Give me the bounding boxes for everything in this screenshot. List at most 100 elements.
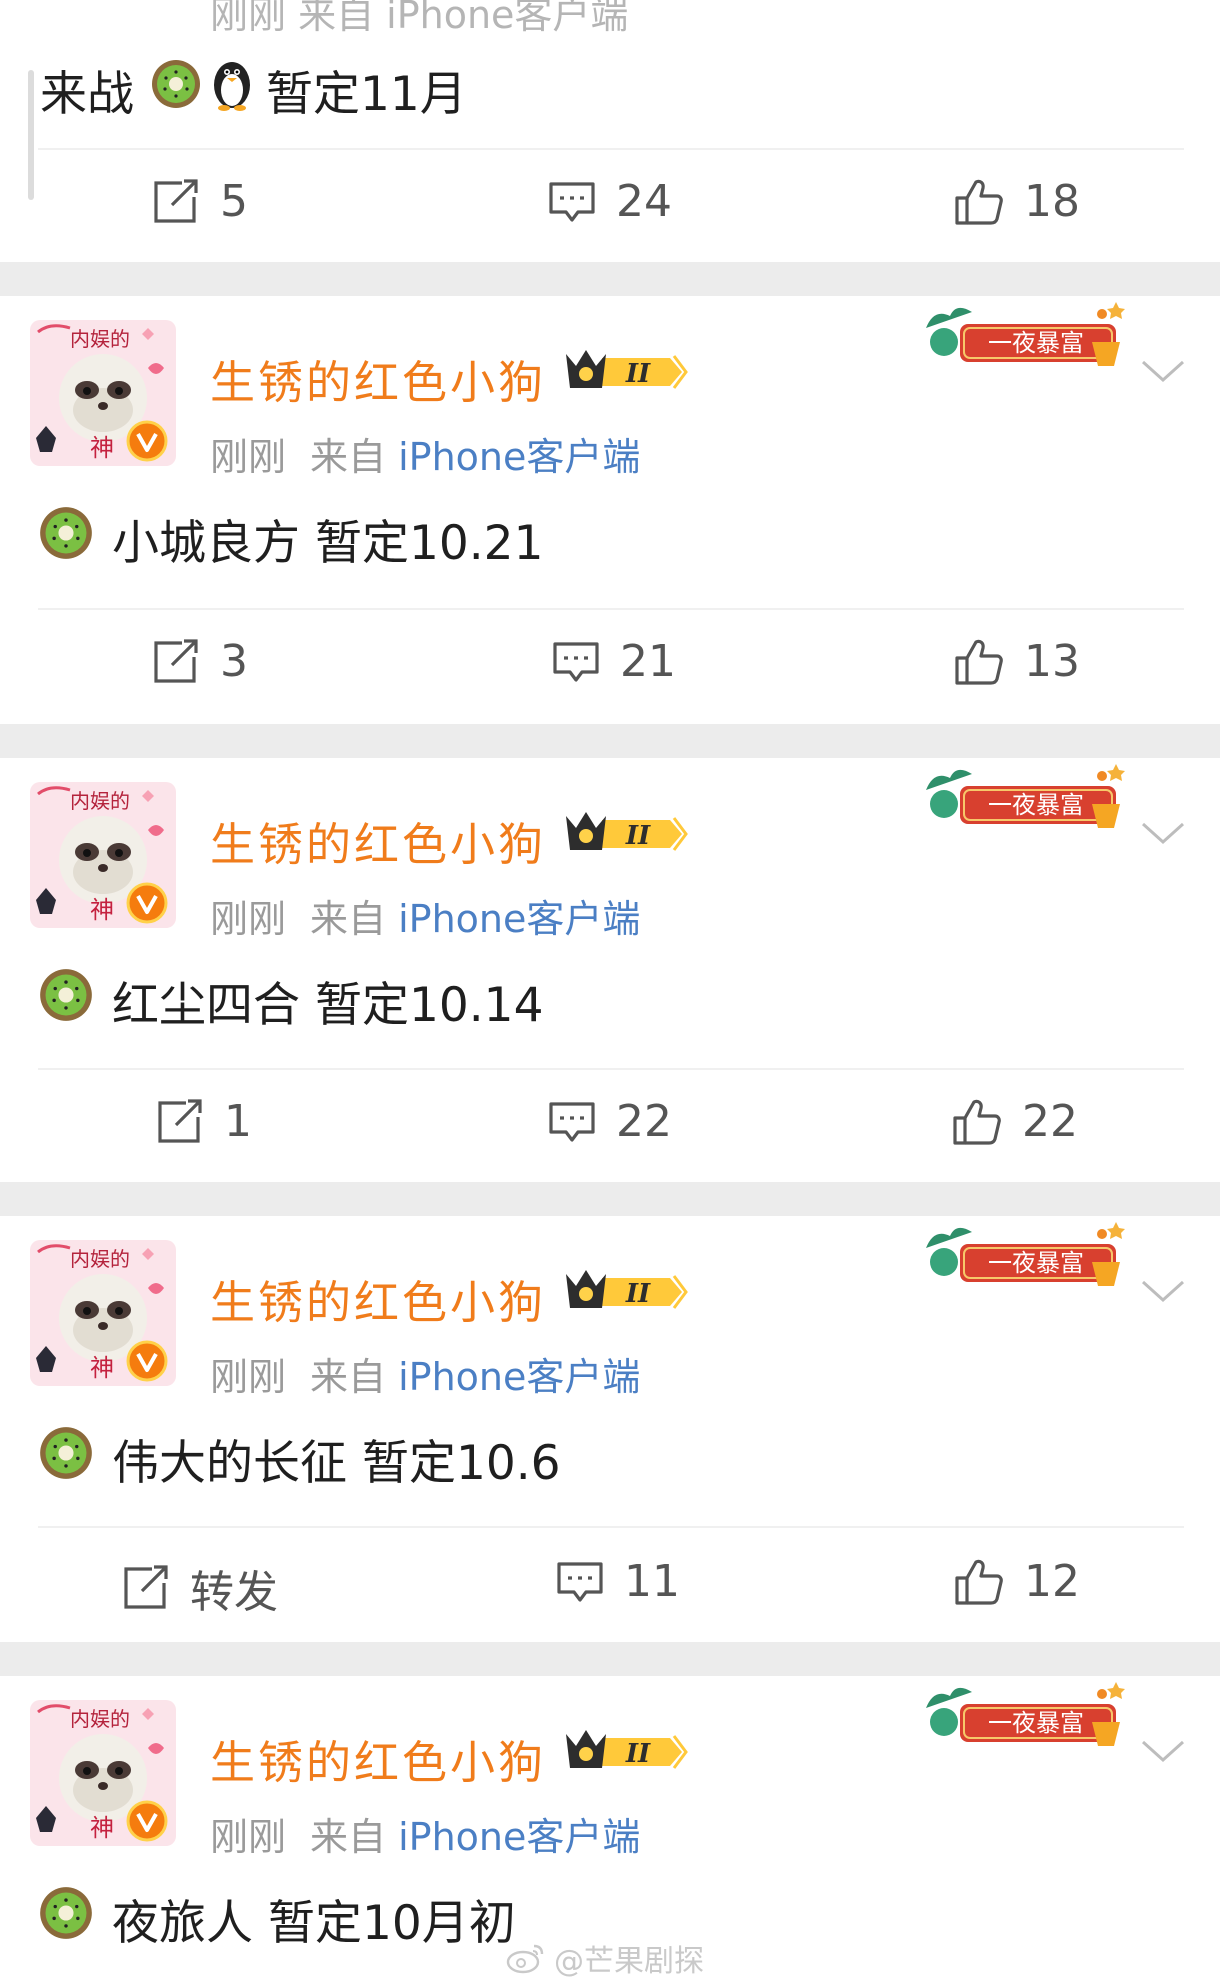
watermark-text: @芒果剧探 (554, 1944, 704, 1979)
svg-text:内娱的: 内娱的 (70, 1247, 130, 1271)
svg-text:神: 神 (90, 1814, 114, 1842)
kiwi-emoji (38, 1885, 94, 1953)
comment-count: 24 (616, 176, 672, 227)
post-content: 伟大的长征 暂定10.6 (38, 1424, 561, 1493)
like-button[interactable]: 22 (952, 1096, 1078, 1147)
post-separator (0, 262, 1220, 296)
post-card: 刚刚 来自 iPhone客户端 来战 暂定11月 5 24 18 (0, 0, 1220, 262)
svg-text:一夜暴富: 一夜暴富 (988, 1249, 1084, 1277)
like-count: 18 (1024, 176, 1080, 227)
weibo-logo-icon (506, 1944, 544, 1974)
kiwi-emoji (38, 1425, 94, 1493)
post-meta: 刚刚 来自 iPhone客户端 (210, 426, 640, 481)
repost-button[interactable]: 3 (152, 636, 248, 687)
like-count: 12 (1024, 1556, 1080, 1607)
content-text: 来战 (40, 67, 134, 122)
repost-button[interactable]: 5 (152, 176, 248, 227)
post-separator (0, 1642, 1220, 1676)
crown-badge-icon: II (562, 806, 688, 866)
svg-text:II: II (625, 1739, 651, 1769)
repost-count: 5 (220, 176, 248, 227)
svg-text:II: II (625, 359, 651, 389)
svg-text:II: II (625, 1279, 651, 1309)
weibo-feed: 刚刚 来自 iPhone客户端 来战 暂定11月 5 24 18 内娱的 神 生… (0, 0, 1220, 1986)
svg-text:内娱的: 内娱的 (70, 327, 130, 351)
post-content: 夜旅人 暂定10月初 (38, 1884, 516, 1953)
comment-button[interactable]: 11 (556, 1556, 680, 1607)
client-link[interactable]: iPhone客户端 (398, 1815, 640, 1859)
client-link[interactable]: iPhone客户端 (398, 1355, 640, 1399)
event-badge[interactable]: 一夜暴富 (916, 1678, 1136, 1760)
penguin-emoji (210, 57, 254, 123)
comment-count: 22 (616, 1096, 672, 1147)
source-prefix: 来自 (310, 897, 387, 941)
post-card: 内娱的 神 生锈的红色小狗 II 刚刚 来自 iPhone客户端 (0, 296, 1220, 724)
event-badge[interactable]: 一夜暴富 (916, 1218, 1136, 1300)
like-button[interactable]: 12 (954, 1556, 1080, 1607)
client-link[interactable]: iPhone客户端 (398, 897, 640, 941)
repost-icon (124, 1565, 168, 1609)
comment-button[interactable]: 22 (548, 1096, 672, 1147)
post-time: 刚刚 (210, 897, 287, 941)
like-button[interactable]: 18 (954, 176, 1080, 227)
source-prefix: 来自 (310, 1355, 387, 1399)
repost-count: 3 (220, 636, 248, 687)
post-card: 内娱的 神 生锈的红色小狗 II 刚刚 来自 iPhone客户端 (0, 758, 1220, 1182)
svg-text:一夜暴富: 一夜暴富 (988, 1709, 1084, 1737)
chevron-down-icon[interactable] (1140, 1278, 1186, 1310)
username[interactable]: 生锈的红色小狗 (210, 808, 546, 873)
chevron-down-icon[interactable] (1140, 820, 1186, 852)
content-text: 小城良方 暂定10.21 (112, 516, 544, 571)
verified-badge (126, 1340, 168, 1386)
crown-badge-icon: II (562, 1724, 688, 1784)
repost-icon (158, 1098, 202, 1143)
like-button[interactable]: 13 (954, 636, 1080, 687)
repost-button[interactable]: 1 (156, 1096, 252, 1147)
post-content: 小城良方 暂定10.21 (38, 504, 544, 573)
content-text-2: 暂定11月 (266, 67, 467, 122)
post-time: 刚刚 (210, 1355, 287, 1399)
svg-text:神: 神 (90, 434, 114, 462)
post-content: 来战 暂定11月 (40, 55, 467, 124)
username[interactable]: 生锈的红色小狗 (210, 346, 546, 411)
repost-icon (154, 178, 198, 223)
repost-label: 转发 (190, 1567, 278, 1618)
post-meta: 刚刚 来自 iPhone客户端 (210, 0, 629, 37)
svg-text:II: II (625, 821, 651, 851)
username[interactable]: 生锈的红色小狗 (210, 1266, 546, 1331)
svg-text:神: 神 (90, 896, 114, 924)
comment-button[interactable]: 21 (552, 636, 676, 687)
verified-badge (126, 882, 168, 928)
watermark: @芒果剧探 (506, 1936, 704, 1980)
divider (38, 1068, 1184, 1070)
post-separator (0, 724, 1220, 758)
divider (38, 1526, 1184, 1528)
svg-text:内娱的: 内娱的 (70, 789, 130, 813)
post-meta: 刚刚 来自 iPhone客户端 (210, 888, 640, 943)
post-meta: 刚刚 来自 iPhone客户端 (210, 1806, 640, 1861)
comment-button[interactable]: 24 (548, 176, 672, 227)
crown-badge-icon: II (562, 344, 688, 404)
comment-icon (557, 1561, 603, 1602)
svg-text:一夜暴富: 一夜暴富 (988, 791, 1084, 819)
username[interactable]: 生锈的红色小狗 (210, 1726, 546, 1791)
like-count: 13 (1024, 636, 1080, 687)
post-separator (0, 1182, 1220, 1216)
content-text: 伟大的长征 暂定10.6 (112, 1436, 561, 1491)
repost-count: 1 (224, 1096, 252, 1147)
post-card: 内娱的 神 生锈的红色小狗 II 刚刚 来自 iPhone客户端 (0, 1216, 1220, 1642)
comment-icon (549, 181, 595, 222)
like-count: 22 (1022, 1096, 1078, 1147)
event-badge[interactable]: 一夜暴富 (916, 298, 1136, 380)
client-link[interactable]: iPhone客户端 (398, 435, 640, 479)
like-icon (953, 1099, 1001, 1145)
chevron-down-icon[interactable] (1140, 358, 1186, 390)
svg-text:一夜暴富: 一夜暴富 (988, 329, 1084, 357)
post-meta: 刚刚 来自 iPhone客户端 (210, 1346, 640, 1401)
post-time: 刚刚 (210, 435, 287, 479)
comment-icon (549, 1101, 595, 1142)
svg-text:内娱的: 内娱的 (70, 1707, 130, 1731)
chevron-down-icon[interactable] (1140, 1738, 1186, 1770)
repost-button[interactable]: 转发 (122, 1556, 278, 1620)
event-badge[interactable]: 一夜暴富 (916, 760, 1136, 842)
